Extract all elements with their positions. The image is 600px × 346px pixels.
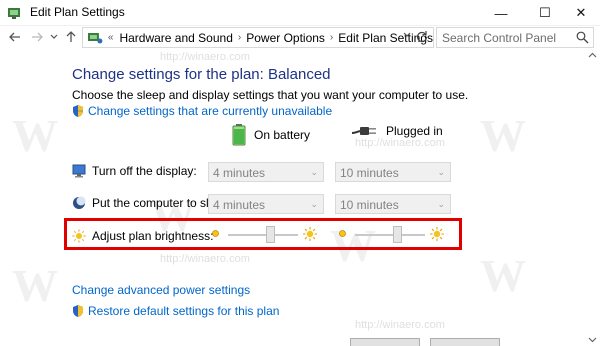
brightness-row: Adjust plan brightness:	[72, 229, 213, 243]
window-title: Edit Plan Settings	[30, 5, 125, 19]
uac-shield-icon	[73, 105, 83, 117]
bright-sun-icon	[430, 227, 444, 241]
watermark-text: http://winaero.com	[355, 137, 445, 149]
forward-arrow-icon	[32, 32, 43, 42]
restore-defaults-link[interactable]: Restore default settings for this plan	[88, 304, 279, 318]
bright-sun-icon	[303, 227, 317, 241]
chevron-down-icon: ⌄	[310, 167, 318, 177]
monitor-icon	[72, 164, 86, 178]
title-bar: Edit Plan Settings — ☐ ✕	[0, 0, 600, 26]
plugged-in-header: Plugged in	[352, 124, 443, 138]
maximize-icon: ☐	[539, 5, 551, 20]
save-changes-button[interactable]	[350, 338, 420, 346]
watermark-text: http://winaero.com	[160, 51, 250, 63]
change-advanced-settings-link[interactable]: Change advanced power settings	[72, 283, 250, 297]
plugged-in-label: Plugged in	[386, 124, 443, 138]
breadcrumb-separator-icon[interactable]: ›	[238, 32, 241, 43]
close-button[interactable]: ✕	[558, 0, 600, 26]
cancel-button[interactable]	[430, 338, 500, 346]
minimize-icon: —	[494, 5, 508, 21]
turn-off-display-label: Turn off the display:	[92, 164, 197, 178]
watermark-letter: W	[480, 110, 526, 161]
refresh-icon[interactable]	[415, 30, 429, 44]
page-title: Change settings for the plan: Balanced	[72, 66, 331, 83]
watermark-text: http://winaero.com	[355, 319, 445, 331]
slider-thumb[interactable]	[392, 226, 402, 243]
sleep-plugged-select[interactable]: 10 minutes ⌄	[335, 194, 451, 214]
breadcrumb-separator-icon[interactable]: ›	[330, 32, 333, 43]
display-plugged-select[interactable]: 10 minutes ⌄	[335, 162, 451, 182]
search-input[interactable]: Search Control Panel	[442, 31, 556, 45]
chevron-down-icon: ⌄	[437, 167, 445, 177]
display-battery-value: 4 minutes	[213, 166, 266, 180]
vertical-scrollbar[interactable]	[585, 49, 600, 346]
overflow-chevron-icon[interactable]: «	[108, 32, 114, 43]
power-plug-icon	[352, 127, 376, 135]
control-panel-icon	[8, 8, 20, 19]
brightness-plugged-slider[interactable]	[337, 226, 445, 244]
back-button[interactable]	[6, 28, 24, 46]
slider-track[interactable]	[228, 234, 298, 236]
display-battery-select[interactable]: 4 minutes ⌄	[208, 162, 324, 182]
page-description: Choose the sleep and display settings th…	[72, 88, 469, 102]
search-box[interactable]: Search Control Panel	[436, 27, 594, 48]
address-dropdown-icon[interactable]	[403, 32, 411, 38]
scroll-down-icon[interactable]	[588, 337, 597, 343]
watermark-letter: W	[12, 260, 58, 311]
restore-defaults-row[interactable]: Restore default settings for this plan	[72, 304, 279, 318]
sun-icon	[72, 229, 86, 243]
breadcrumb-power-options[interactable]: Power Options	[246, 31, 325, 45]
dim-sun-icon	[339, 230, 346, 237]
forward-button[interactable]	[28, 28, 46, 46]
watermark-letter: W	[480, 250, 526, 301]
dim-sun-icon	[212, 230, 219, 237]
display-plugged-value: 10 minutes	[340, 166, 399, 180]
search-icon[interactable]	[576, 31, 589, 44]
breadcrumb-hardware-and-sound[interactable]: Hardware and Sound	[119, 31, 232, 45]
address-bar[interactable]: « Hardware and Sound › Power Options › E…	[82, 27, 434, 48]
sleep-plugged-value: 10 minutes	[340, 198, 399, 212]
chevron-down-icon	[50, 34, 58, 39]
watermark-text: http://winaero.com	[160, 253, 250, 265]
brightness-label: Adjust plan brightness:	[92, 229, 214, 243]
slider-thumb[interactable]	[265, 226, 275, 243]
close-icon: ✕	[575, 5, 587, 20]
on-battery-label: On battery	[254, 128, 311, 142]
change-unavailable-settings-link[interactable]: Change settings that are currently unava…	[88, 104, 332, 118]
chevron-down-icon: ⌄	[310, 199, 318, 209]
back-arrow-icon	[9, 32, 20, 42]
sleep-moon-icon	[73, 196, 86, 209]
control-panel-icon	[87, 32, 103, 43]
unavailable-settings-link-row[interactable]: Change settings that are currently unava…	[72, 104, 332, 118]
recent-locations-button[interactable]	[48, 28, 60, 46]
minimize-button[interactable]: —	[478, 0, 524, 26]
sleep-battery-value: 4 minutes	[213, 198, 266, 212]
navigation-bar: « Hardware and Sound › Power Options › E…	[0, 26, 600, 48]
up-button[interactable]	[62, 28, 80, 46]
scroll-up-icon[interactable]	[588, 52, 597, 58]
on-battery-header: On battery	[232, 124, 310, 146]
slider-track[interactable]	[355, 234, 425, 236]
up-arrow-icon	[66, 31, 76, 42]
turn-off-display-row: Turn off the display:	[72, 164, 197, 178]
uac-shield-icon	[73, 305, 83, 317]
brightness-battery-slider[interactable]	[210, 226, 318, 244]
battery-icon	[232, 124, 246, 146]
sleep-battery-select[interactable]: 4 minutes ⌄	[208, 194, 324, 214]
chevron-down-icon: ⌄	[437, 199, 445, 209]
watermark-letter: W	[12, 110, 58, 161]
